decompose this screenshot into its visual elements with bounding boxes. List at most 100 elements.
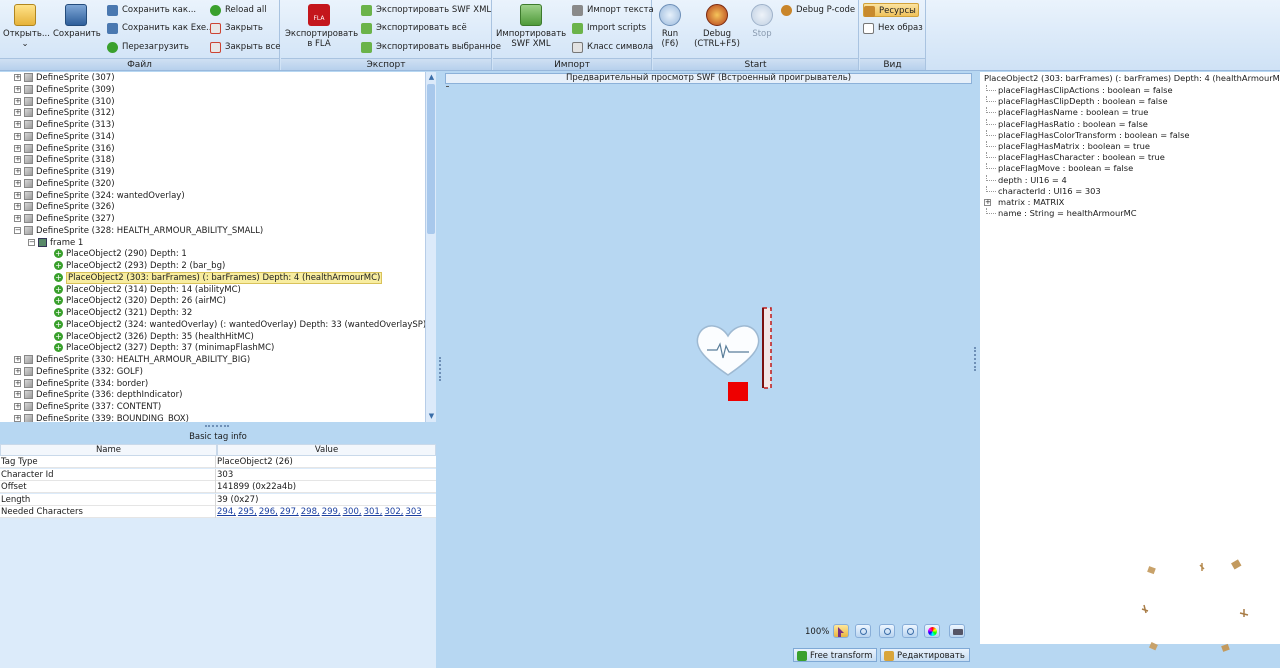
scroll-thumb[interactable] — [427, 84, 435, 234]
tree-item-sprite[interactable]: + DefineSprite (334: border) — [14, 378, 148, 390]
property-item[interactable]: placeFlagHasColorTransform : boolean = f… — [986, 129, 1190, 141]
tree-item-sprite[interactable]: + DefineSprite (330: HEALTH_ARMOUR_ABILIT… — [14, 354, 250, 366]
left-splitter-grip[interactable] — [439, 357, 442, 381]
tree-item-sprite[interactable]: + DefineSprite (307) — [14, 72, 115, 84]
expand-icon[interactable]: + — [14, 403, 21, 410]
scroll-up-icon[interactable]: ▲ — [427, 73, 436, 82]
tree-item-sprite[interactable]: + DefineSprite (337: CONTENT) — [14, 401, 161, 413]
character-link[interactable]: 297, — [280, 507, 299, 517]
close-button[interactable]: Закрыть — [210, 21, 263, 35]
swf-preview[interactable]: Предварительный просмотр SWF (Встроенный… — [437, 72, 978, 668]
character-link[interactable]: 294, — [217, 507, 236, 517]
property-item[interactable]: placeFlagHasClipActions : boolean = fals… — [986, 85, 1173, 96]
symbol-class-button[interactable]: Класс символа — [572, 40, 653, 54]
resources-button[interactable]: Ресурсы — [863, 3, 919, 17]
expand-icon[interactable]: + — [14, 168, 21, 175]
expand-icon[interactable]: + — [14, 414, 21, 422]
property-item[interactable]: characterId : UI16 = 303 — [986, 185, 1101, 197]
table-row[interactable]: Offset 141899 (0x22a4b) — [0, 481, 436, 493]
import-text-button[interactable]: Импорт текста — [572, 3, 654, 17]
expand-icon[interactable]: + — [14, 109, 21, 117]
property-item[interactable]: placeFlagHasCharacter : boolean = true — [986, 152, 1165, 163]
free-transform-button[interactable]: Free transform — [793, 648, 878, 662]
save-button[interactable]: Сохранить — [53, 4, 101, 39]
expand-icon[interactable]: + — [14, 203, 21, 211]
splitter-handle[interactable] — [205, 425, 229, 428]
table-row[interactable]: Character Id 303 — [0, 468, 436, 481]
zoom-reset-button[interactable] — [902, 624, 918, 638]
tree-item-sprite[interactable]: + DefineSprite (339: BOUNDING_BOX) — [14, 413, 189, 422]
right-splitter-grip[interactable] — [974, 347, 977, 371]
expand-icon[interactable]: + — [14, 156, 21, 164]
tree-item-sprite[interactable]: + DefineSprite (326) — [14, 201, 115, 213]
expand-icon[interactable]: + — [14, 391, 21, 399]
tree-scrollbar[interactable]: ▲ ▼ — [425, 72, 436, 422]
tree-item-place-object[interactable]: + PlaceObject2 (314) Depth: 14 (abilityMC… — [54, 284, 241, 296]
tree-item-place-object[interactable]: + PlaceObject2 (326) Depth: 35 (healthHit… — [54, 331, 254, 343]
import-scripts-button[interactable]: Import scripts — [572, 21, 646, 35]
character-link[interactable]: 296, — [259, 507, 278, 517]
run-button[interactable]: Run (F6) — [655, 4, 685, 49]
collapse-icon[interactable]: − — [14, 226, 21, 234]
character-link[interactable]: 302, — [385, 507, 404, 517]
property-item[interactable]: placeFlagHasName : boolean = true — [986, 107, 1148, 118]
expand-icon[interactable]: + — [14, 356, 21, 363]
tree-item-sprite[interactable]: + DefineSprite (309) — [14, 84, 115, 96]
tree-item-sprite[interactable]: + DefineSprite (336: depthIndicator) — [14, 389, 182, 401]
tree-item-place-object[interactable]: + PlaceObject2 (293) Depth: 2 (bar_bg) — [54, 260, 225, 272]
save-as-button[interactable]: Сохранить как... — [107, 3, 196, 17]
tree-item-sprite[interactable]: + DefineSprite (318) — [14, 154, 115, 166]
tree-item-sprite[interactable]: + DefineSprite (312) — [14, 107, 115, 119]
expand-icon[interactable]: + — [14, 215, 21, 222]
tree-item-place-object[interactable]: + PlaceObject2 (290) Depth: 1 — [54, 248, 187, 260]
property-item[interactable]: placeFlagHasRatio : boolean = false — [986, 118, 1148, 130]
character-link[interactable]: 303 — [405, 507, 421, 517]
expand-icon[interactable]: + — [14, 379, 21, 387]
scroll-down-icon[interactable]: ▼ — [427, 412, 436, 421]
close-all-button[interactable]: Закрыть все — [210, 40, 280, 54]
tree-item-sprite[interactable]: + DefineSprite (320) — [14, 178, 115, 190]
character-link[interactable]: 301, — [364, 507, 383, 517]
character-link[interactable]: 300, — [343, 507, 362, 517]
reload-button[interactable]: Перезагрузить — [107, 40, 189, 54]
expand-icon[interactable]: + — [14, 367, 21, 375]
tree-item-place-object[interactable]: + PlaceObject2 (327) Depth: 37 (minimapFl… — [54, 342, 274, 354]
col-value-header[interactable]: Value — [217, 444, 436, 456]
color-button[interactable] — [924, 624, 940, 638]
hex-view-button[interactable]: Hex образ — [863, 21, 923, 35]
property-item[interactable]: name : String = healthArmourMC — [986, 208, 1137, 219]
tree-item-sprite[interactable]: + DefineSprite (319) — [14, 166, 115, 178]
tree-item-sprite[interactable]: + DefineSprite (310) — [14, 96, 115, 108]
import-swf-xml-button[interactable]: Импортировать SWF XML — [496, 4, 566, 49]
tree-item-place-object[interactable]: + PlaceObject2 (320) Depth: 26 (airMC) — [54, 295, 226, 307]
tree-item-sprite[interactable]: + DefineSprite (324: wantedOverlay) — [14, 190, 185, 202]
tree-item-place-object[interactable]: + PlaceObject2 (324: wantedOverlay) (: wa… — [54, 319, 425, 331]
zoom-out-button[interactable] — [879, 624, 895, 638]
character-link[interactable]: 295, — [238, 507, 257, 517]
tree-item-frame[interactable]: − frame 1 — [28, 237, 83, 249]
expand-icon[interactable]: + — [14, 144, 21, 152]
table-row[interactable]: Length 39 (0x27) — [0, 493, 436, 506]
stop-button[interactable]: Stop — [747, 4, 777, 39]
expand-icon[interactable]: + — [14, 179, 21, 187]
save-as-exe-button[interactable]: Сохранить как Exe... — [107, 21, 214, 35]
expand-icon[interactable]: + — [14, 121, 21, 128]
character-link[interactable]: 298, — [301, 507, 320, 517]
expand-icon[interactable]: + — [14, 191, 21, 199]
collapse-icon[interactable]: − — [28, 238, 35, 246]
table-row[interactable]: Tag Type PlaceObject2 (26) — [0, 456, 436, 468]
reload-all-button[interactable]: Reload all — [210, 3, 267, 17]
property-item[interactable]: + matrix : MATRIX — [984, 197, 1064, 208]
property-item[interactable]: placeFlagMove : boolean = false — [986, 163, 1133, 174]
tree-item-sprite[interactable]: + DefineSprite (327) — [14, 213, 115, 225]
tree-item-sprite[interactable]: + DefineSprite (314) — [14, 131, 115, 143]
property-item[interactable]: placeFlagHasMatrix : boolean = true — [986, 141, 1150, 152]
tree-item-place-object[interactable]: + PlaceObject2 (321) Depth: 32 — [54, 307, 192, 319]
debug-pcode-button[interactable]: Debug P-code — [781, 3, 855, 17]
export-selected-button[interactable]: Экспортировать выбранное — [361, 40, 501, 54]
property-item[interactable]: placeFlagHasClipDepth : boolean = false — [986, 96, 1168, 107]
character-link[interactable]: 299, — [322, 507, 341, 517]
property-item[interactable]: depth : UI16 = 4 — [986, 174, 1067, 186]
zoom-fit-button[interactable] — [833, 624, 849, 638]
tree-item-sprite[interactable]: + DefineSprite (313) — [14, 119, 115, 131]
